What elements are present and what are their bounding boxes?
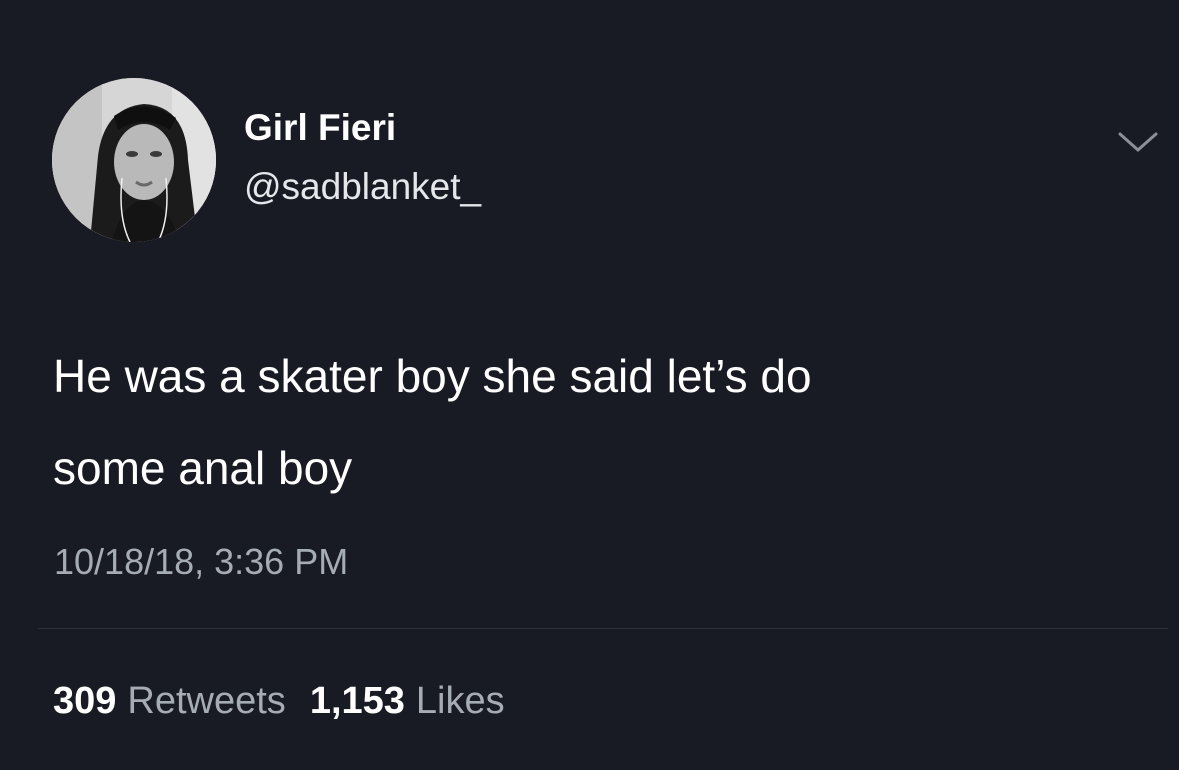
likes-label: Likes [415, 680, 505, 722]
tweet-card: Girl Fieri @sadblanket_ He was a skater … [0, 0, 1179, 770]
divider [38, 628, 1168, 629]
tweet-text-line: some anal boy [53, 442, 353, 494]
tweet-text-line: He was a skater boy she said let’s do [53, 350, 812, 402]
avatar[interactable] [52, 78, 216, 242]
retweets-stat[interactable]: 309 Retweets [53, 678, 286, 724]
tweet-timestamp[interactable]: 10/18/18, 3:36 PM [54, 540, 348, 584]
tweet-text: He was a skater boy she said let’s do so… [53, 330, 1153, 514]
chevron-down-icon[interactable] [1114, 118, 1162, 166]
author-name[interactable]: Girl Fieri [244, 106, 396, 150]
retweets-count: 309 [53, 680, 117, 722]
likes-count: 1,153 [309, 680, 405, 722]
profile-photo-icon [52, 78, 216, 242]
retweets-label: Retweets [127, 680, 286, 722]
engagement-stats: 309 Retweets 1,153 Likes [53, 678, 529, 724]
author-handle[interactable]: @sadblanket_ [244, 165, 481, 209]
likes-stat[interactable]: 1,153 Likes [310, 678, 505, 724]
